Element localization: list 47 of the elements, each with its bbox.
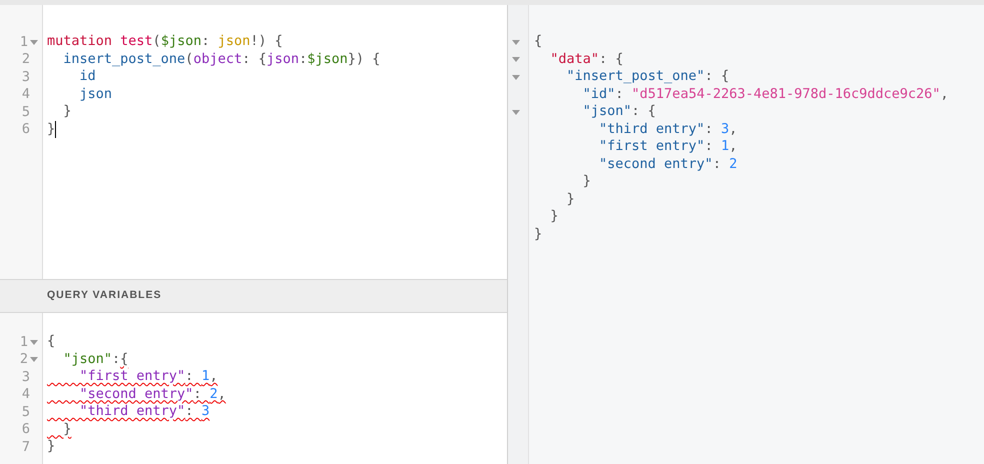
code-line: "data": { xyxy=(549,50,624,68)
code-line: "first entry": 1, xyxy=(78,368,218,386)
code-line: } xyxy=(46,438,56,456)
fold-arrow-icon[interactable] xyxy=(512,57,520,62)
code-line: } xyxy=(62,103,72,120)
code-line: { xyxy=(533,33,542,50)
code-line: } xyxy=(42,120,56,138)
code-line: id xyxy=(78,68,96,86)
panel-title: QUERY VARIABLES xyxy=(47,288,162,304)
fold-arrow-icon[interactable] xyxy=(30,40,38,45)
fold-arrow-icon[interactable] xyxy=(512,74,520,80)
fold-arrow-icon[interactable] xyxy=(512,40,520,45)
code-line: "third entry": 3 xyxy=(78,403,210,420)
code-line: "json": { xyxy=(582,103,656,120)
line-number: 2 xyxy=(20,350,28,370)
line-number: 3 xyxy=(22,68,30,87)
line-number: 3 xyxy=(22,368,30,387)
panel-header[interactable]: QUERY VARIABLES xyxy=(0,279,507,313)
fold-arrow-icon[interactable] xyxy=(30,357,38,362)
fold-arrow-icon[interactable] xyxy=(30,340,38,345)
line-number: 1 xyxy=(20,332,28,352)
line-number: 5 xyxy=(22,402,30,422)
line-number: 2 xyxy=(22,50,30,70)
code-line: "second entry": 2 xyxy=(598,156,738,173)
code-line: mutation test($json: json!) { xyxy=(46,33,283,50)
code-line: "second entry": 2, xyxy=(78,386,226,403)
code-line: } xyxy=(582,173,591,190)
code-line: } xyxy=(62,420,72,438)
line-number: 5 xyxy=(22,102,30,122)
code-line: "first entry": 1, xyxy=(598,138,738,156)
line-number: 6 xyxy=(22,420,30,440)
line-number: 6 xyxy=(22,120,30,140)
code-line: { xyxy=(46,333,56,350)
code-line: } xyxy=(533,226,542,243)
code-line: "third entry": 3, xyxy=(598,120,738,138)
line-number: 1 xyxy=(20,32,28,52)
code-line: "json":{ xyxy=(62,350,128,368)
code-line: } xyxy=(549,208,558,226)
line-number: 4 xyxy=(22,85,30,104)
line-number: 4 xyxy=(22,385,30,404)
code-line: "id": "d517ea54-2263-4e81-978d-16c9ddce9c26", xyxy=(582,86,949,103)
code-line: } xyxy=(566,190,575,208)
code-line: insert_post_one(object: {json:$json}) { xyxy=(62,50,380,68)
code-line: "insert_post_one": { xyxy=(566,68,730,86)
line-number: 7 xyxy=(22,438,30,457)
code-line: json xyxy=(78,86,112,103)
fold-arrow-icon[interactable] xyxy=(512,110,520,115)
